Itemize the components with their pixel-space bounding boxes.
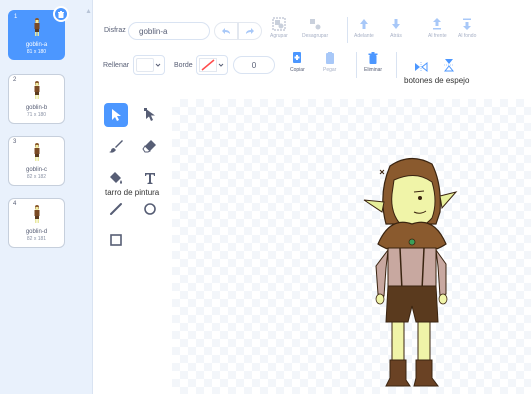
select-icon <box>112 109 121 121</box>
group-label: Agrupar <box>270 33 288 39</box>
redo-button[interactable] <box>238 22 262 40</box>
costume-size: 82 x 182 <box>26 174 47 180</box>
costume-size: 81 x 180 <box>26 49 47 55</box>
back-button[interactable]: Al fondo <box>458 17 476 39</box>
circle-icon <box>144 203 156 215</box>
no-color-icon <box>199 58 217 72</box>
backward-label: Atrás <box>390 33 402 39</box>
eraser-icon <box>142 140 156 153</box>
goblin-sprite[interactable] <box>360 154 460 391</box>
redo-icon <box>246 28 254 34</box>
paste-button[interactable]: Pegar <box>323 51 336 73</box>
chevron-down-icon <box>218 63 224 67</box>
costume-item-2[interactable]: 2 goblin-b 71 x 180 <box>8 74 65 124</box>
toolbar-divider <box>396 52 397 78</box>
delete-label: Eliminar <box>364 67 383 73</box>
bring-to-front-icon <box>433 18 442 30</box>
undo-button[interactable] <box>214 22 238 40</box>
copy-button[interactable]: Copiar <box>290 51 305 73</box>
outline-label: Borde <box>174 62 193 69</box>
circle-tool[interactable] <box>138 197 162 221</box>
chevron-down-icon <box>155 63 161 67</box>
backward-button[interactable]: Atrás <box>389 17 403 39</box>
forward-label: Adelante <box>354 33 374 39</box>
group-icon <box>272 17 286 31</box>
outline-color-picker[interactable] <box>196 55 228 75</box>
costume-size: 71 x 180 <box>26 112 47 118</box>
goblin-thumbnail <box>34 81 39 99</box>
paste-label: Pegar <box>323 67 337 73</box>
rectangle-icon <box>110 234 122 246</box>
reshape-icon <box>144 108 155 121</box>
eraser-tool[interactable] <box>138 134 162 158</box>
costume-number: 2 <box>13 77 17 83</box>
goblin-thumbnail <box>34 143 39 161</box>
costume-name: goblin-d <box>25 229 48 235</box>
line-tool[interactable] <box>104 197 128 221</box>
undo-redo-group <box>214 22 262 40</box>
costume-size: 82 x 181 <box>26 236 47 242</box>
costume-name: goblin-b <box>25 105 48 111</box>
costume-name: goblin-a <box>25 42 48 48</box>
costume-number: 4 <box>13 201 17 207</box>
costume-item-1[interactable]: 1 goblin-a 81 x 180 <box>8 6 69 60</box>
copy-icon <box>293 52 302 63</box>
group-button[interactable]: Agrupar <box>270 17 288 39</box>
ungroup-icon <box>310 19 321 30</box>
line-icon <box>110 203 122 215</box>
costume-name: goblin-c <box>25 167 47 173</box>
costume-name-input[interactable]: goblin-a <box>128 22 210 40</box>
outline-width-input[interactable]: 0 <box>233 56 275 74</box>
fill-tool[interactable] <box>104 166 128 190</box>
toolbar-divider <box>356 52 357 78</box>
trash-icon <box>368 52 378 64</box>
fill-icon <box>110 172 122 184</box>
toolbar-divider <box>347 17 348 43</box>
select-tool[interactable] <box>104 103 128 127</box>
fill-tool-label: tarro de pintura <box>105 188 160 197</box>
costume-item-3[interactable]: 3 goblin-c 82 x 182 <box>8 136 65 186</box>
costume-label: Disfraz <box>104 27 126 34</box>
brush-icon <box>109 140 123 153</box>
ungroup-button[interactable]: Desagrupar <box>302 17 328 39</box>
fill-label: Rellenar <box>103 62 130 69</box>
arrow-up-icon <box>359 19 368 29</box>
costume-list: 1 goblin-a 81 x 180 2 goblin-b 71 x 180 … <box>0 0 93 394</box>
forward-button[interactable]: Adelante <box>354 17 374 39</box>
flip-horizontal-icon[interactable] <box>414 61 428 73</box>
back-label: Al fondo <box>458 33 477 39</box>
paste-icon <box>325 52 334 64</box>
arrow-down-icon <box>392 19 400 29</box>
send-to-back-icon <box>463 18 472 30</box>
trash-icon <box>58 11 64 18</box>
goblin-thumbnail <box>34 18 39 36</box>
reshape-tool[interactable] <box>138 103 162 127</box>
undo-icon <box>222 28 230 34</box>
ungroup-label: Desagrupar <box>302 33 329 39</box>
front-button[interactable]: Al frente <box>428 17 447 39</box>
fill-color-picker[interactable] <box>133 55 165 75</box>
costume-item-4[interactable]: 4 goblin-d 82 x 181 <box>8 198 65 248</box>
goblin-thumbnail <box>34 205 39 223</box>
costume-number: 1 <box>14 14 18 20</box>
costume-number: 3 <box>13 139 17 145</box>
delete-costume-button[interactable] <box>53 6 69 22</box>
text-icon <box>145 173 155 184</box>
text-tool[interactable] <box>138 166 162 190</box>
copy-label: Copiar <box>290 67 305 73</box>
scroll-up-icon[interactable] <box>86 8 91 14</box>
front-label: Al frente <box>428 33 447 39</box>
brush-tool[interactable] <box>104 134 128 158</box>
paint-canvas[interactable] <box>172 99 531 394</box>
flip-buttons-label: botones de espejo <box>404 76 470 85</box>
rectangle-tool[interactable] <box>104 228 128 252</box>
flip-vertical-icon[interactable] <box>443 58 455 72</box>
delete-button[interactable]: Eliminar <box>364 51 382 73</box>
fill-swatch <box>136 58 154 72</box>
